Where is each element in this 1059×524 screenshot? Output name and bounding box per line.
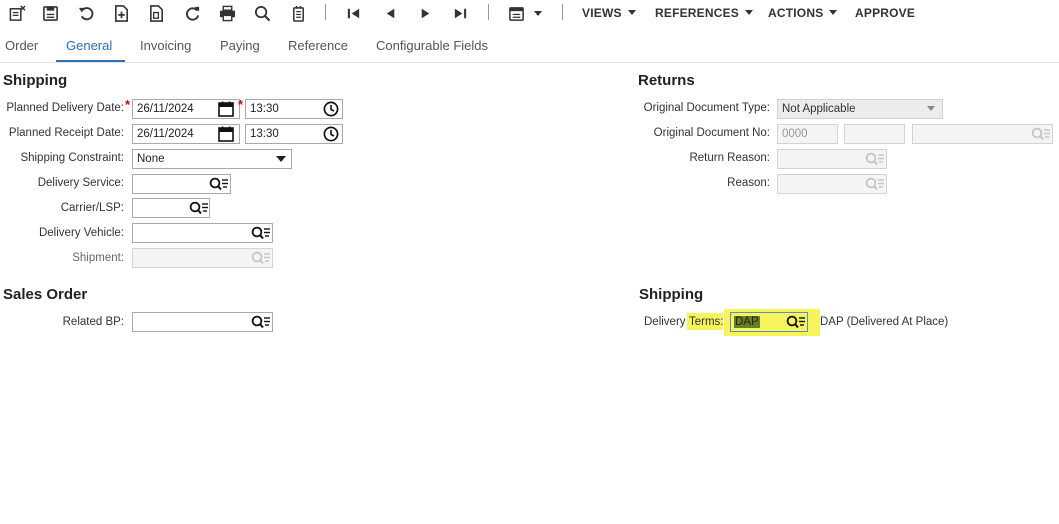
lookup-icon[interactable] [250,225,272,241]
lookup-icon [864,176,886,192]
delivery-terms-value: DAP [734,316,760,328]
first-record-icon[interactable] [342,3,364,23]
original-document-no-input [844,124,905,144]
sales-order-section-title: Sales Order [3,286,88,303]
tab-bar: Order General Invoicing Paying Reference… [0,30,1059,63]
shipping-constraint-select[interactable]: None [132,149,292,169]
chevron-down-icon[interactable] [276,156,286,162]
last-record-icon[interactable] [449,3,471,23]
approve-button[interactable]: APPROVE [855,6,915,20]
lookup-icon [864,151,886,167]
chevron-down-icon [627,10,636,16]
lookup-icon[interactable] [188,200,210,216]
refresh-icon[interactable] [181,3,203,23]
shipping-terms-section-title: Shipping [639,286,704,303]
planned-delivery-date-label: Planned Delivery Date: [6,102,124,114]
calendar-icon[interactable] [215,101,237,117]
lookup-icon [250,250,272,266]
lookup-icon[interactable] [250,314,272,330]
undo-icon[interactable] [75,3,97,23]
planned-receipt-date-label: Planned Receipt Date: [8,127,124,139]
active-tab-indicator [56,60,125,62]
save-icon[interactable] [39,3,61,23]
original-document-type-select[interactable]: Not Applicable [777,99,943,119]
original-document-type-label: Original Document Type: [643,102,770,114]
required-marker: * [238,97,244,112]
delivery-terms-label-terms: Terms: [689,316,724,328]
actions-menu-label: ACTIONS [768,6,824,20]
lookup-icon[interactable] [785,314,807,330]
original-document-no-label: Original Document No: [653,127,770,139]
references-menu-label: REFERENCES [655,6,740,20]
required-marker: * [125,97,131,112]
delivery-vehicle-label: Delivery Vehicle: [38,227,124,239]
reason-label: Reason: [727,177,770,189]
clock-icon[interactable] [321,125,341,143]
chevron-down-icon [829,10,838,16]
print-icon[interactable] [216,3,238,23]
delivery-terms-description: DAP (Delivered At Place) [820,316,949,328]
clock-icon[interactable] [321,100,341,118]
lookup-icon [1030,126,1052,142]
lookup-icon[interactable] [208,176,230,192]
calendar-icon[interactable] [215,126,237,142]
return-reason-label: Return Reason: [689,152,770,164]
tab-invoicing[interactable]: Invoicing [140,38,191,53]
views-menu[interactable]: VIEWS [582,6,636,20]
related-bp-label: Related BP: [62,316,124,328]
previous-record-icon[interactable] [379,3,401,23]
references-menu[interactable]: REFERENCES [655,6,754,20]
toolbar: VIEWS REFERENCES ACTIONS APPROVE [0,0,1059,26]
shipment-label: Shipment: [72,252,124,264]
calendar-menu-icon[interactable] [505,3,527,23]
delivery-terms-label-delivery: Delivery [644,316,686,328]
actions-menu[interactable]: ACTIONS [768,6,838,20]
toolbar-separator [488,4,489,20]
carrier-lsp-label: Carrier/LSP: [60,202,124,214]
new-clear-icon[interactable] [6,3,28,23]
calendar-menu-caret-icon[interactable] [527,3,549,23]
approve-label: APPROVE [855,6,916,20]
add-document-icon[interactable] [110,3,132,23]
tab-paying[interactable]: Paying [220,38,260,53]
shipping-constraint-label: Shipping Constraint: [20,152,124,164]
tab-general[interactable]: General [66,38,112,53]
tab-order[interactable]: Order [5,38,38,53]
chevron-down-icon [745,10,754,16]
tab-configurable-fields[interactable]: Configurable Fields [376,38,488,53]
returns-section-title: Returns [638,72,695,89]
delivery-service-label: Delivery Service: [37,177,124,189]
toolbar-separator [562,4,563,20]
tab-reference[interactable]: Reference [288,38,348,53]
copy-document-icon[interactable] [145,3,167,23]
search-icon[interactable] [251,3,273,23]
chevron-down-icon[interactable] [927,106,935,111]
attachment-icon[interactable] [287,3,309,23]
shipping-section-title: Shipping [3,72,68,89]
next-record-icon[interactable] [414,3,436,23]
views-menu-label: VIEWS [582,6,622,20]
toolbar-separator [325,4,326,20]
original-document-no-series-input: 0000 [777,124,838,144]
